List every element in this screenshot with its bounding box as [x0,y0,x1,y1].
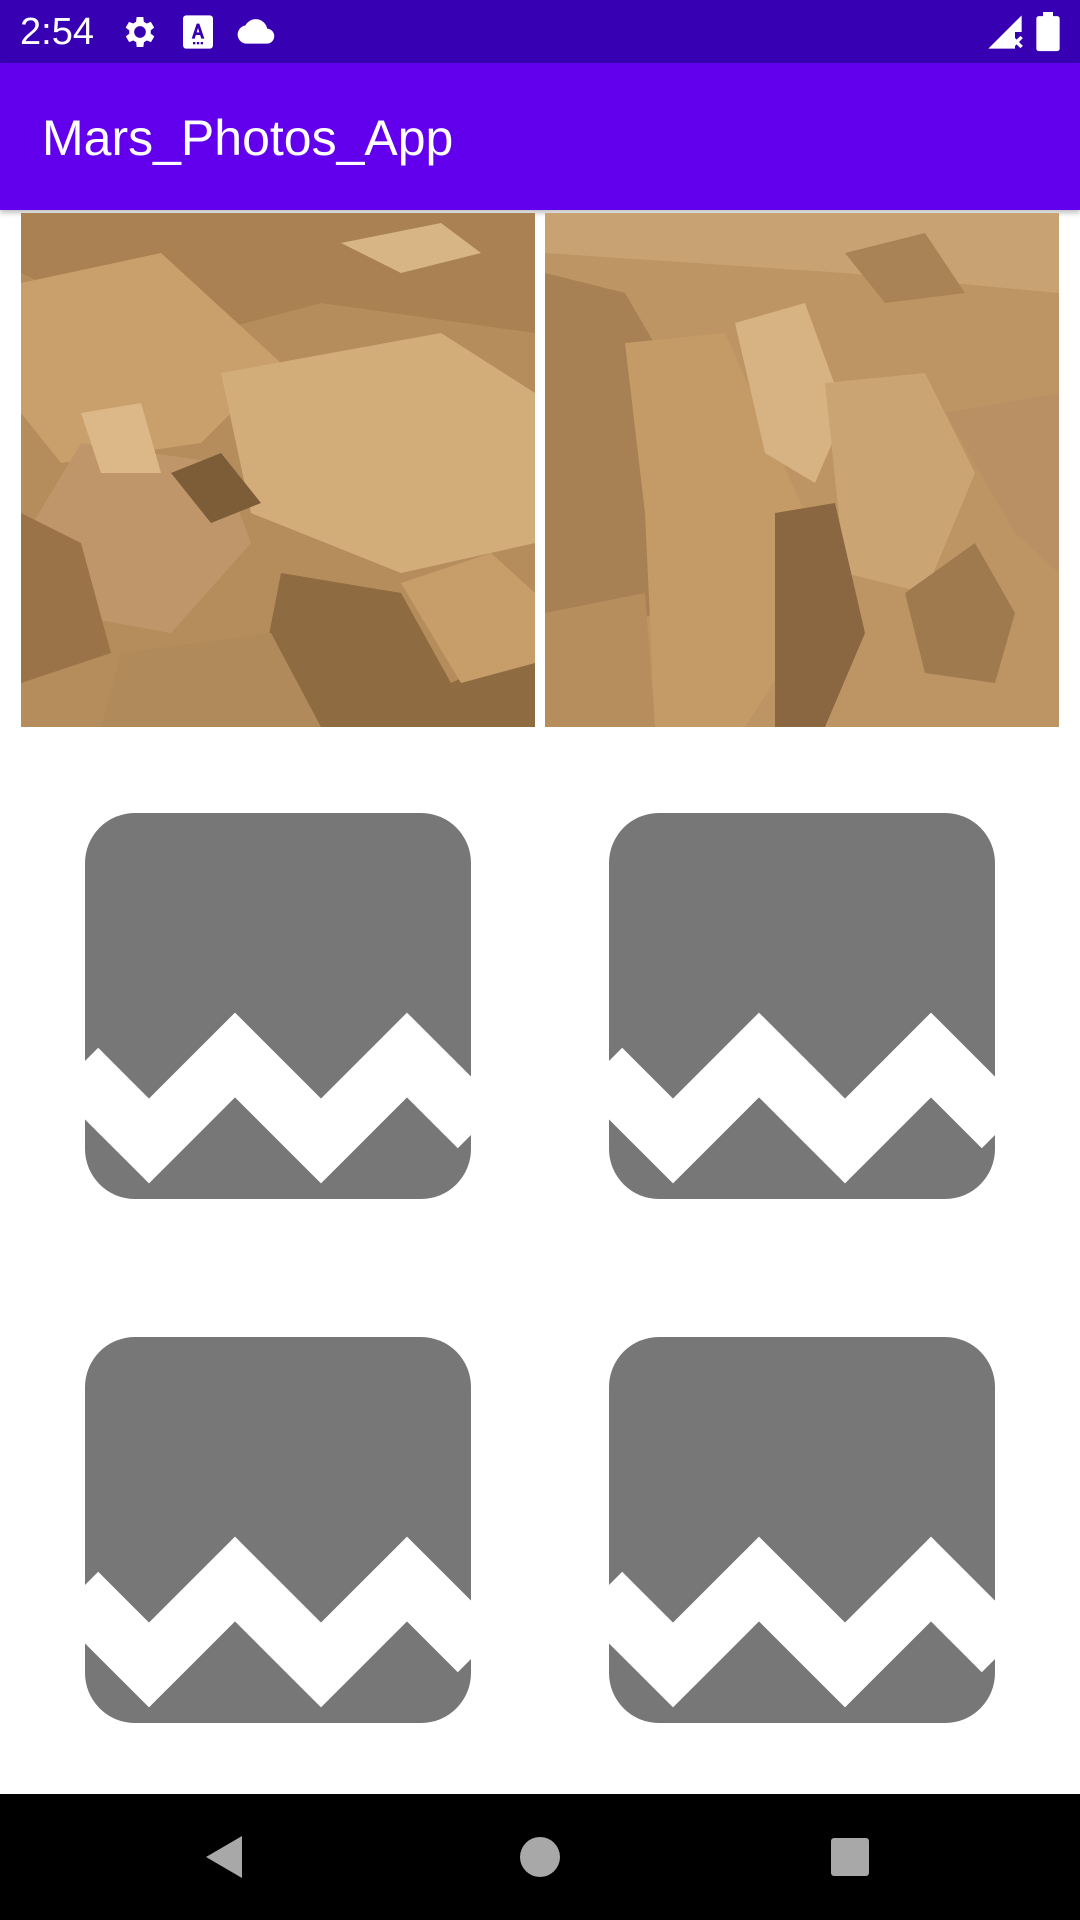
photo-item[interactable] [545,749,1059,1263]
broken-image-icon [579,1337,1025,1723]
navigation-bar [0,1794,1080,1920]
battery-icon [1030,12,1066,52]
photo-item[interactable] [21,749,535,1263]
gear-icon [120,12,160,52]
back-icon[interactable] [190,1822,260,1892]
photo-grid[interactable] [0,210,1080,1794]
broken-image-icon [55,813,501,1199]
app-bar: Mars_Photos_App [0,63,1080,210]
signal-off-icon [985,12,1025,52]
screen: 2:54 Mars_Photos_App [0,0,1080,1920]
app-title: Mars_Photos_App [42,110,454,166]
photo-item[interactable] [21,1273,535,1787]
cloud-icon [235,12,275,52]
status-bar: 2:54 [0,0,1080,63]
photo-item[interactable] [545,1273,1059,1787]
text-a-icon [178,12,218,52]
broken-image-icon [579,813,1025,1199]
broken-image-icon [55,1337,501,1723]
photo-item[interactable] [21,213,535,727]
mars-rock-photo [545,213,1059,727]
status-time: 2:54 [20,11,94,53]
mars-rock-photo [21,213,535,727]
recents-icon[interactable] [815,1822,885,1892]
home-icon[interactable] [505,1822,575,1892]
photo-item[interactable] [545,213,1059,727]
